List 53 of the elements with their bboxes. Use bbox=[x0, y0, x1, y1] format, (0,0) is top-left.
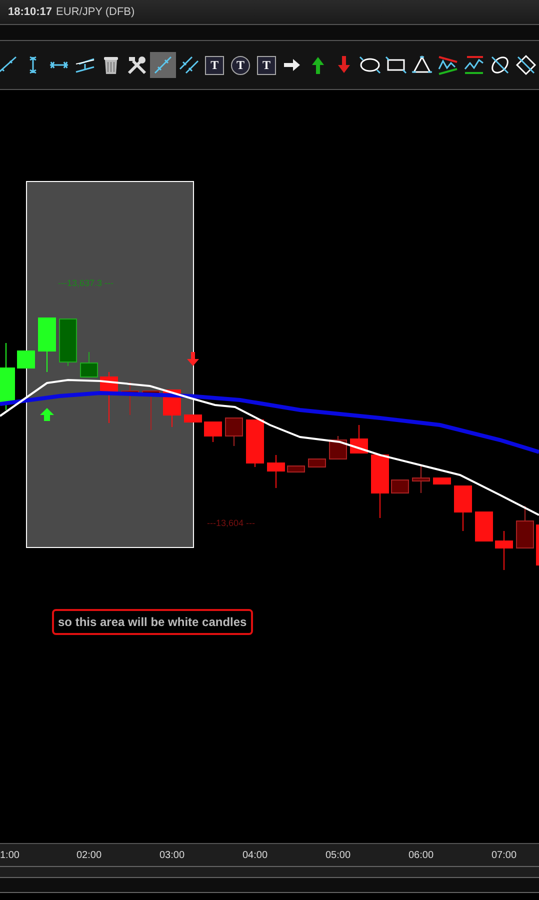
up-arrow-icon bbox=[40, 408, 54, 421]
tools-icon bbox=[126, 54, 148, 76]
candle bbox=[412, 464, 430, 494]
candle bbox=[163, 390, 181, 428]
candle bbox=[80, 352, 98, 378]
time-label: 06:00 bbox=[407, 850, 435, 861]
time-label: 03:00 bbox=[158, 850, 186, 861]
candle bbox=[204, 422, 222, 442]
rectangle-icon bbox=[385, 54, 408, 76]
candle bbox=[287, 466, 305, 472]
candle bbox=[59, 318, 77, 366]
candle bbox=[308, 458, 326, 468]
clock-time: 18:10:17 bbox=[8, 6, 52, 18]
wedge-pattern-icon bbox=[437, 54, 460, 76]
triangle-icon bbox=[411, 54, 434, 76]
down-arrow-icon bbox=[187, 352, 199, 366]
ellipse-icon bbox=[489, 54, 512, 76]
candle bbox=[516, 506, 534, 548]
levels-icon bbox=[463, 54, 486, 76]
vertical-line-icon bbox=[28, 56, 37, 74]
candle bbox=[329, 436, 347, 460]
candle bbox=[475, 512, 493, 542]
parallel-lines-icon bbox=[178, 54, 200, 76]
candle bbox=[184, 414, 202, 422]
candle bbox=[350, 424, 368, 454]
diamond-tool-button[interactable] bbox=[513, 52, 539, 78]
candle bbox=[454, 486, 472, 532]
candle bbox=[100, 372, 118, 424]
candle bbox=[371, 454, 389, 518]
candle bbox=[17, 350, 35, 368]
ray-icon bbox=[152, 54, 174, 76]
candle bbox=[225, 418, 243, 446]
price-level-label: ---13,604 --- bbox=[207, 518, 256, 528]
time-label: 07:00 bbox=[490, 850, 518, 861]
time-label: 02:00 bbox=[75, 850, 103, 861]
diamond-icon bbox=[515, 54, 538, 76]
candle bbox=[536, 524, 539, 566]
time-label: 05:00 bbox=[324, 850, 352, 861]
time-label: 04:00 bbox=[241, 850, 269, 861]
candle bbox=[121, 382, 139, 416]
candle bbox=[433, 478, 451, 484]
window-title: EUR/JPY (DFB) bbox=[56, 6, 135, 18]
candle bbox=[495, 530, 513, 570]
candle bbox=[38, 318, 56, 372]
price-level-label: ---13,637.3 --- bbox=[58, 278, 114, 288]
ellipse-icon bbox=[359, 54, 382, 76]
candle bbox=[142, 390, 160, 430]
candle bbox=[0, 342, 15, 410]
candle bbox=[267, 454, 285, 488]
time-label: 1:00 bbox=[0, 850, 20, 861]
candle bbox=[391, 480, 409, 494]
chart-note: so this area will be white candles bbox=[52, 609, 253, 635]
candle bbox=[246, 420, 264, 468]
